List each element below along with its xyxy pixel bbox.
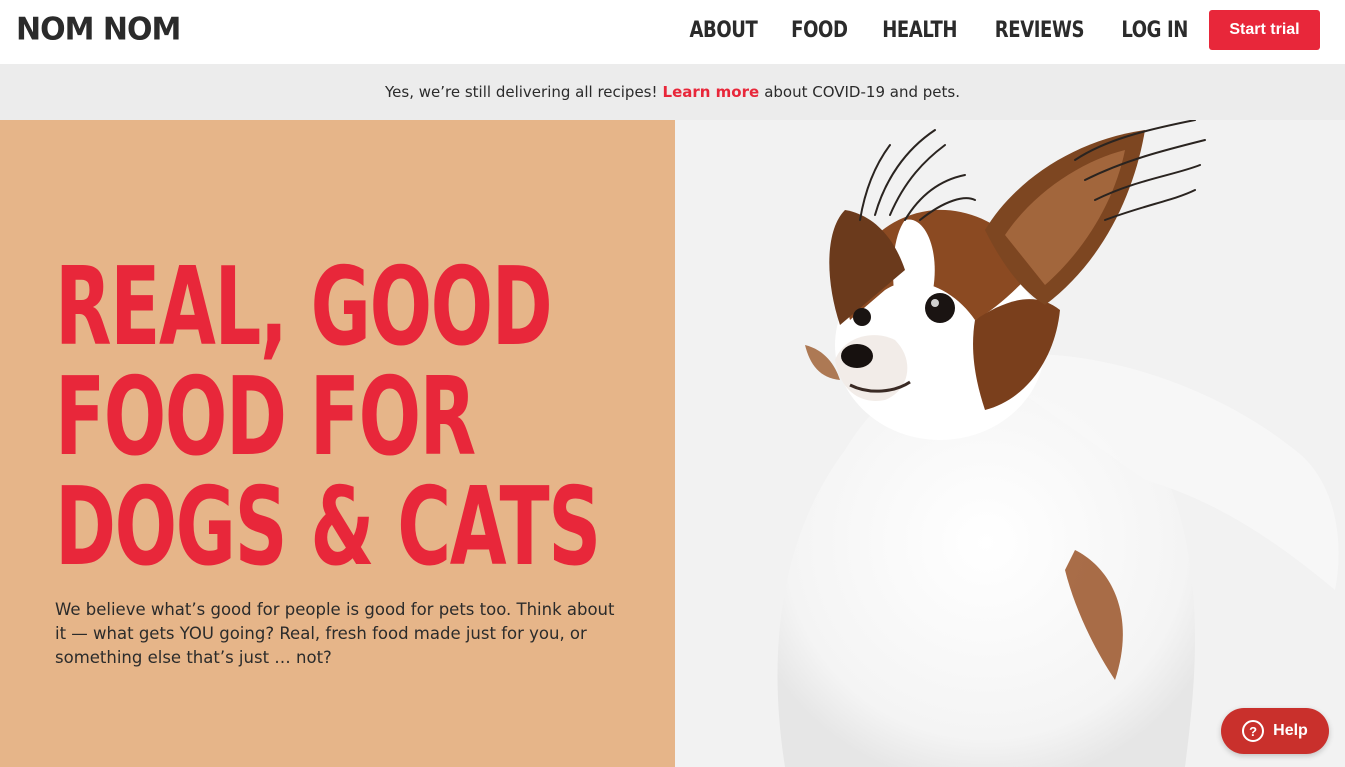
covid-banner: Yes, we’re still delivering all recipes!… bbox=[0, 64, 1345, 120]
headline-line-2: FOOD FOR bbox=[55, 355, 476, 480]
headline-line-3: DOGS & CATS bbox=[55, 465, 601, 590]
nav-food[interactable]: FOOD bbox=[791, 18, 848, 43]
headline-line-1: REAL, GOOD bbox=[55, 245, 553, 370]
help-label: Help bbox=[1273, 722, 1308, 739]
question-icon: ? bbox=[1242, 720, 1265, 742]
nav-reviews[interactable]: REVIEWS bbox=[995, 18, 1085, 43]
help-button[interactable]: ? Help bbox=[1221, 708, 1329, 754]
banner-suffix: about COVID-19 and pets. bbox=[764, 83, 960, 101]
banner-prefix: Yes, we’re still delivering all recipes! bbox=[385, 83, 658, 101]
papillon-dog-image bbox=[777, 120, 1339, 767]
logo[interactable]: NOM NOM bbox=[16, 11, 181, 48]
hero-body-text: We believe what’s good for people is goo… bbox=[55, 600, 615, 667]
learn-more-link[interactable]: Learn more bbox=[663, 83, 760, 101]
hero-headline: REAL, GOOD FOOD FOR DOGS & CATS bbox=[55, 245, 601, 590]
hero-text-panel: REAL, GOOD FOOD FOR DOGS & CATS We belie… bbox=[0, 120, 675, 767]
site-header: NOM NOM ABOUT FOOD HEALTH REVIEWS LOG IN… bbox=[0, 0, 1345, 64]
hero-image-panel bbox=[675, 120, 1345, 767]
nav-health[interactable]: HEALTH bbox=[882, 18, 957, 43]
start-trial-button[interactable]: Start trial bbox=[1209, 10, 1320, 50]
nav-about[interactable]: ABOUT bbox=[690, 18, 758, 43]
nav-login[interactable]: LOG IN bbox=[1121, 18, 1188, 43]
main-nav: ABOUT FOOD HEALTH REVIEWS LOG IN Start t… bbox=[662, 10, 1320, 50]
